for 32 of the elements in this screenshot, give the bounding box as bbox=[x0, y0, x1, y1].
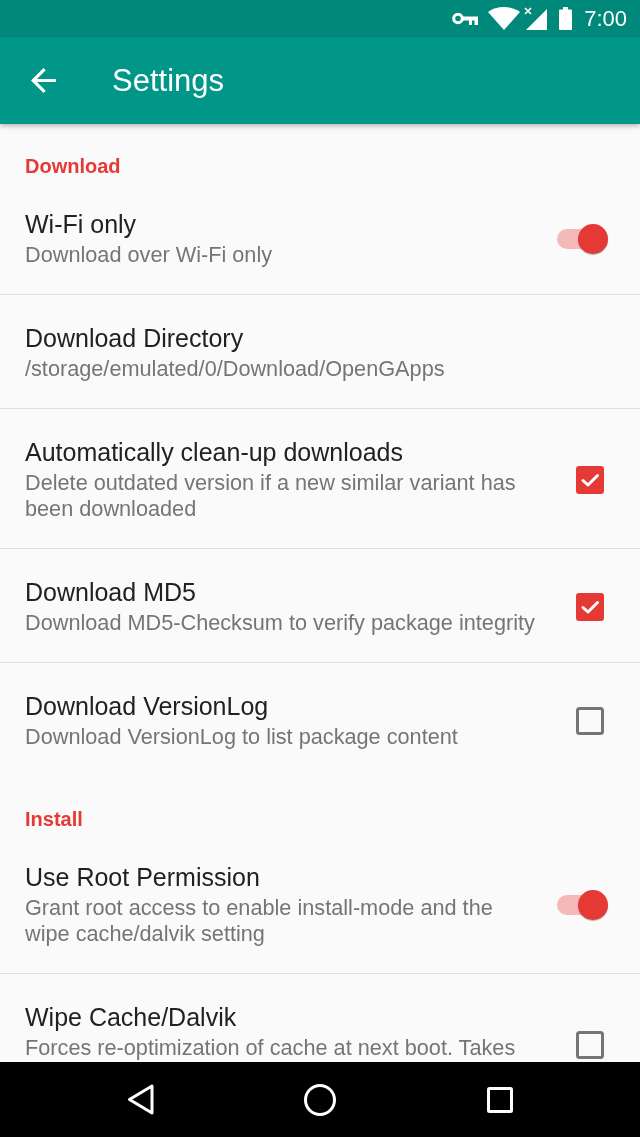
setting-summary: Grant root access to enable install-mode and the wipe cache/dalvik setting bbox=[25, 895, 494, 947]
battery-icon bbox=[559, 7, 573, 30]
setting-title: Download MD5 bbox=[25, 577, 196, 607]
checkbox[interactable] bbox=[576, 465, 604, 494]
toggle-switch[interactable] bbox=[557, 888, 609, 921]
setting-title: Automatically clean-up downloads bbox=[25, 437, 403, 467]
setting-summary: Download VersionLog to list package content bbox=[25, 724, 458, 750]
key-icon bbox=[452, 12, 479, 25]
checkbox[interactable] bbox=[576, 1030, 604, 1059]
setting-summary: Forces re-optimization of cache at next boot. Takes bbox=[25, 1035, 516, 1061]
setting-title: Use Root Permission bbox=[25, 862, 260, 892]
wifi-icon bbox=[488, 7, 521, 30]
checkbox[interactable] bbox=[576, 706, 604, 735]
signal-icon bbox=[524, 7, 548, 30]
back-arrow-icon[interactable] bbox=[31, 68, 56, 93]
setting-title: Download VersionLog bbox=[25, 691, 269, 721]
toggle-switch[interactable] bbox=[557, 222, 609, 255]
setting-summary: Download MD5-Checksum to verify package integrity bbox=[25, 610, 535, 636]
section-header: Download bbox=[25, 154, 121, 179]
recents-icon[interactable] bbox=[487, 1086, 513, 1113]
setting-summary: /storage/emulated/0/Download/OpenGApps bbox=[25, 356, 445, 382]
status-time: 7:00 bbox=[584, 6, 627, 31]
setting-summary: Download over Wi-Fi only bbox=[25, 242, 273, 268]
section-header: Install bbox=[25, 807, 83, 832]
back-icon[interactable] bbox=[126, 1084, 154, 1115]
setting-title: Wipe Cache/Dalvik bbox=[25, 1002, 237, 1032]
screen-title: Settings bbox=[112, 62, 224, 99]
setting-summary: Delete outdated version if a new similar variant has been downloaded bbox=[25, 470, 517, 522]
setting-title: Wi-Fi only bbox=[25, 209, 137, 239]
checkbox[interactable] bbox=[576, 592, 604, 621]
setting-title: Download Directory bbox=[25, 323, 244, 353]
home-icon[interactable] bbox=[304, 1083, 336, 1116]
